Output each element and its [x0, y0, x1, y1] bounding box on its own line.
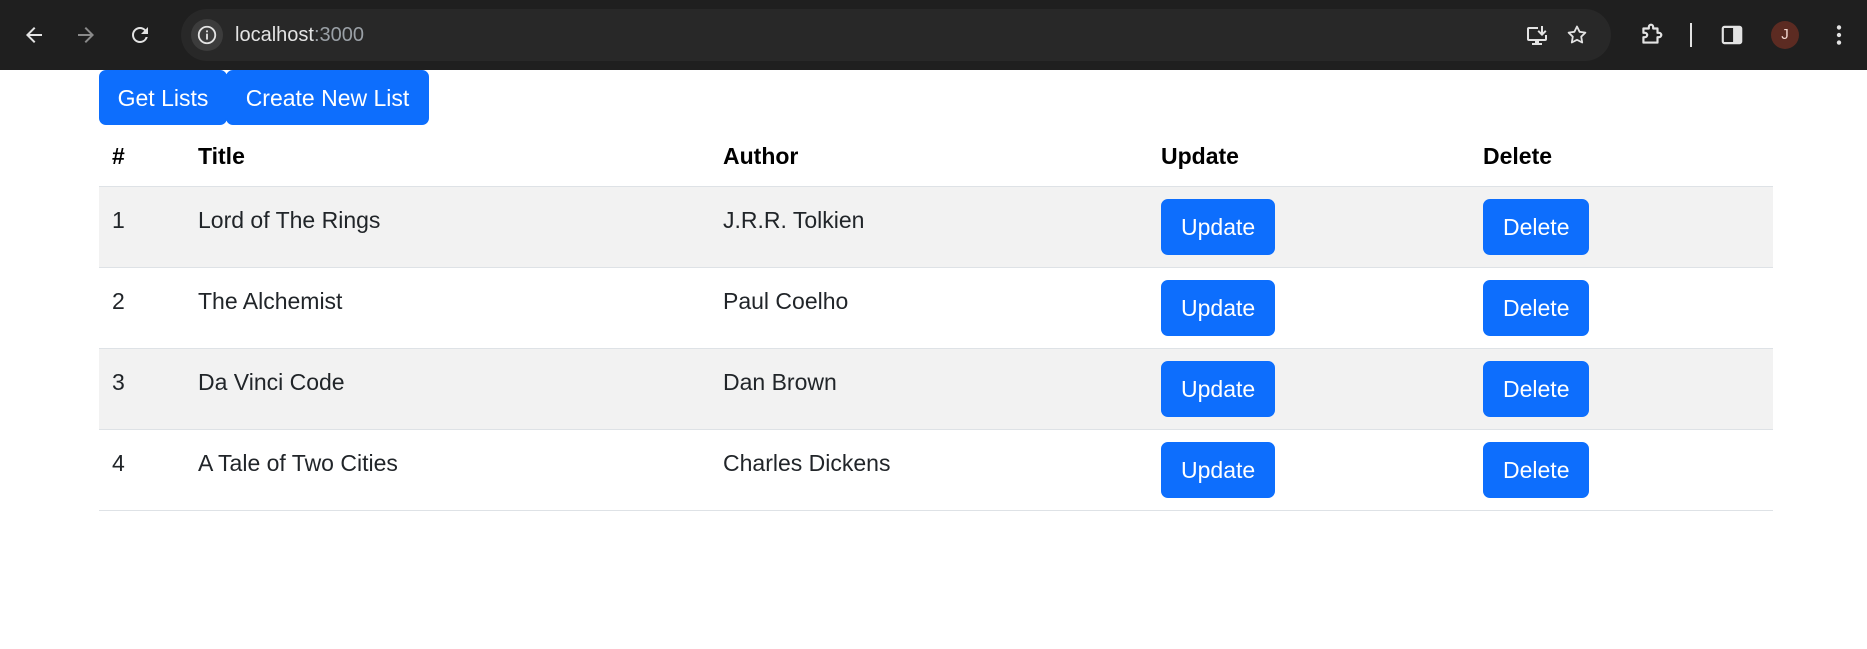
- row-number: 4: [99, 429, 185, 511]
- url-host: localhost: [235, 24, 314, 46]
- table-row: 3 Da Vinci Code Dan Brown Update Delete: [99, 348, 1773, 430]
- book-author: Paul Coelho: [710, 267, 1148, 349]
- update-cell: Update: [1148, 429, 1470, 511]
- update-button[interactable]: Update: [1161, 441, 1276, 498]
- update-cell: Update: [1148, 348, 1470, 430]
- row-number: 3: [99, 348, 185, 430]
- back-button[interactable]: [12, 13, 56, 57]
- table-header-row: # Title Author Update Delete: [99, 128, 1773, 187]
- delete-button[interactable]: Delete: [1483, 360, 1590, 417]
- delete-cell: Delete: [1470, 348, 1773, 430]
- column-header-number: #: [99, 128, 185, 187]
- book-title: Da Vinci Code: [185, 348, 710, 430]
- column-header-author: Author: [710, 128, 1148, 187]
- side-panel-button[interactable]: [1714, 17, 1750, 53]
- page-content: Get Lists Create New List # Title Author…: [0, 70, 1867, 649]
- url-text[interactable]: localhost:3000: [235, 23, 364, 47]
- book-author: Dan Brown: [710, 348, 1148, 430]
- lists-table: # Title Author Update Delete 1 Lord of T…: [99, 128, 1773, 511]
- column-header-title: Title: [185, 128, 710, 187]
- browser-toolbar: localhost:3000 J: [0, 0, 1867, 70]
- delete-button[interactable]: Delete: [1483, 441, 1590, 498]
- update-button[interactable]: Update: [1161, 279, 1276, 336]
- update-cell: Update: [1148, 186, 1470, 268]
- create-new-list-button[interactable]: Create New List: [226, 70, 429, 125]
- extensions-button[interactable]: [1633, 17, 1669, 53]
- avatar[interactable]: J: [1771, 21, 1799, 49]
- reload-button[interactable]: [118, 13, 162, 57]
- table-row: 2 The Alchemist Paul Coelho Update Delet…: [99, 267, 1773, 349]
- book-title: A Tale of Two Cities: [185, 429, 710, 511]
- puzzle-icon: [1642, 23, 1663, 44]
- row-number: 2: [99, 267, 185, 349]
- book-title: Lord of The Rings: [185, 186, 710, 268]
- address-bar[interactable]: localhost:3000: [181, 9, 1611, 61]
- reload-icon: [132, 27, 148, 43]
- url-port: :3000: [313, 24, 364, 46]
- chrome-menu-button[interactable]: [1821, 17, 1857, 53]
- book-author: Charles Dickens: [710, 429, 1148, 511]
- star-icon: [1567, 25, 1587, 44]
- column-header-delete: Delete: [1470, 128, 1773, 187]
- update-cell: Update: [1148, 267, 1470, 349]
- column-header-update: Update: [1148, 128, 1470, 187]
- get-lists-button[interactable]: Get Lists: [99, 70, 227, 125]
- delete-cell: Delete: [1470, 429, 1773, 511]
- toolbar-divider: [1690, 23, 1692, 47]
- delete-cell: Delete: [1470, 186, 1773, 268]
- row-number: 1: [99, 186, 185, 268]
- info-icon: [197, 25, 217, 45]
- table-row: 4 A Tale of Two Cities Charles Dickens U…: [99, 429, 1773, 511]
- bookmark-button[interactable]: [1563, 21, 1591, 49]
- install-app-icon: [1527, 26, 1547, 45]
- forward-arrow-icon: [78, 27, 94, 43]
- book-author: J.R.R. Tolkien: [710, 186, 1148, 268]
- back-arrow-icon: [26, 27, 42, 43]
- forward-button[interactable]: [64, 13, 108, 57]
- site-info-button[interactable]: [191, 19, 223, 51]
- delete-button[interactable]: Delete: [1483, 279, 1590, 336]
- update-button[interactable]: Update: [1161, 198, 1276, 255]
- delete-button[interactable]: Delete: [1483, 198, 1590, 255]
- kebab-menu-icon: [1836, 25, 1842, 45]
- install-app-button[interactable]: [1523, 21, 1551, 49]
- side-panel-icon: [1721, 25, 1743, 45]
- update-button[interactable]: Update: [1161, 360, 1276, 417]
- table-row: 1 Lord of The Rings J.R.R. Tolkien Updat…: [99, 186, 1773, 268]
- delete-cell: Delete: [1470, 267, 1773, 349]
- book-title: The Alchemist: [185, 267, 710, 349]
